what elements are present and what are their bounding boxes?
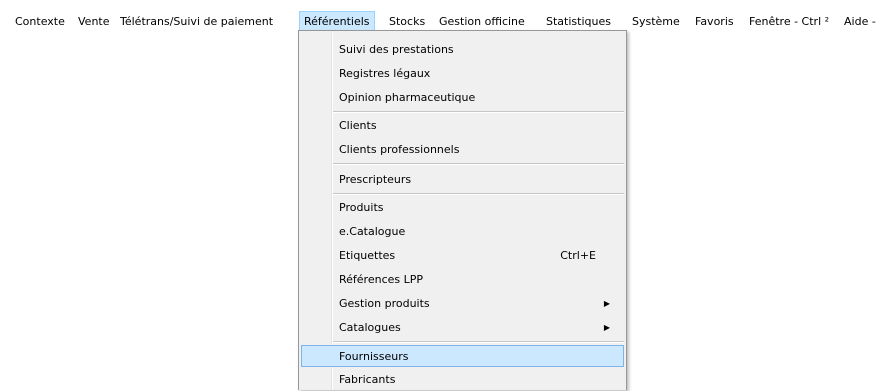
menu-item-label: Clients [339,119,377,132]
menu-item-label: Fabricants [339,373,396,386]
menu-item-clients-professionnels[interactable]: Clients professionnels [301,139,624,161]
menu-item-label: e.Catalogue [339,225,406,238]
menu-fenetre[interactable]: Fenêtre - Ctrl ² [749,12,829,31]
menu-item-label: Clients professionnels [339,143,460,156]
menu-item-label: Fournisseurs [339,350,409,363]
menu-item-label: Prescripteurs [339,173,412,186]
menu-item-label: Gestion produits [339,297,430,310]
menu-item-label: Etiquettes [339,249,396,262]
menu-item-catalogues[interactable]: Catalogues ▶ [301,317,624,339]
menu-stocks[interactable]: Stocks [389,12,425,31]
menu-aide[interactable]: Aide - [844,12,876,31]
menu-item-etiquettes[interactable]: Etiquettes Ctrl+E [301,245,624,267]
menu-vente[interactable]: Vente [78,12,110,31]
menu-referentiels[interactable]: Référentiels [299,11,375,32]
menu-separator-highlight [333,194,624,195]
menu-separator-highlight [333,342,624,343]
referentiels-dropdown-menu: Suivi des prestations Registres légaux O… [298,30,627,390]
menu-item-fournisseurs[interactable]: Fournisseurs [301,345,624,367]
menu-item-gestion-produits[interactable]: Gestion produits ▶ [301,293,624,315]
menu-item-suivi-prestations[interactable]: Suivi des prestations [301,39,624,61]
menu-item-label: Registres légaux [339,67,431,80]
menu-teletrans[interactable]: Télétrans/Suivi de paiement [120,12,273,31]
menu-gestion-officine[interactable]: Gestion officine [439,12,525,31]
menu-item-clients[interactable]: Clients [301,115,624,137]
menu-item-references-lpp[interactable]: Références LPP [301,269,624,291]
chevron-right-icon: ▶ [603,299,610,308]
menu-item-prescripteurs[interactable]: Prescripteurs [301,169,624,191]
menu-item-label: Opinion pharmaceutique [339,91,476,104]
menu-item-registres-legaux[interactable]: Registres légaux [301,63,624,85]
menu-item-opinion-pharmaceutique[interactable]: Opinion pharmaceutique [301,87,624,109]
menu-statistiques[interactable]: Statistiques [546,12,611,31]
menu-favoris[interactable]: Favoris [695,12,734,31]
menu-item-label: Suivi des prestations [339,43,454,56]
menu-item-label: Références LPP [339,273,424,286]
menu-item-label: Produits [339,201,384,214]
menu-systeme[interactable]: Système [632,12,680,31]
menu-item-fabricants[interactable]: Fabricants [301,369,624,391]
menu-separator-highlight [333,112,624,113]
chevron-right-icon: ▶ [603,323,610,332]
menu-contexte[interactable]: Contexte [15,12,65,31]
menu-item-produits[interactable]: Produits [301,197,624,219]
shortcut-label: Ctrl+E [560,249,596,262]
menu-separator-highlight [333,164,624,165]
menu-item-ecatalogue[interactable]: e.Catalogue [301,221,624,243]
menu-item-label: Catalogues [339,321,401,334]
